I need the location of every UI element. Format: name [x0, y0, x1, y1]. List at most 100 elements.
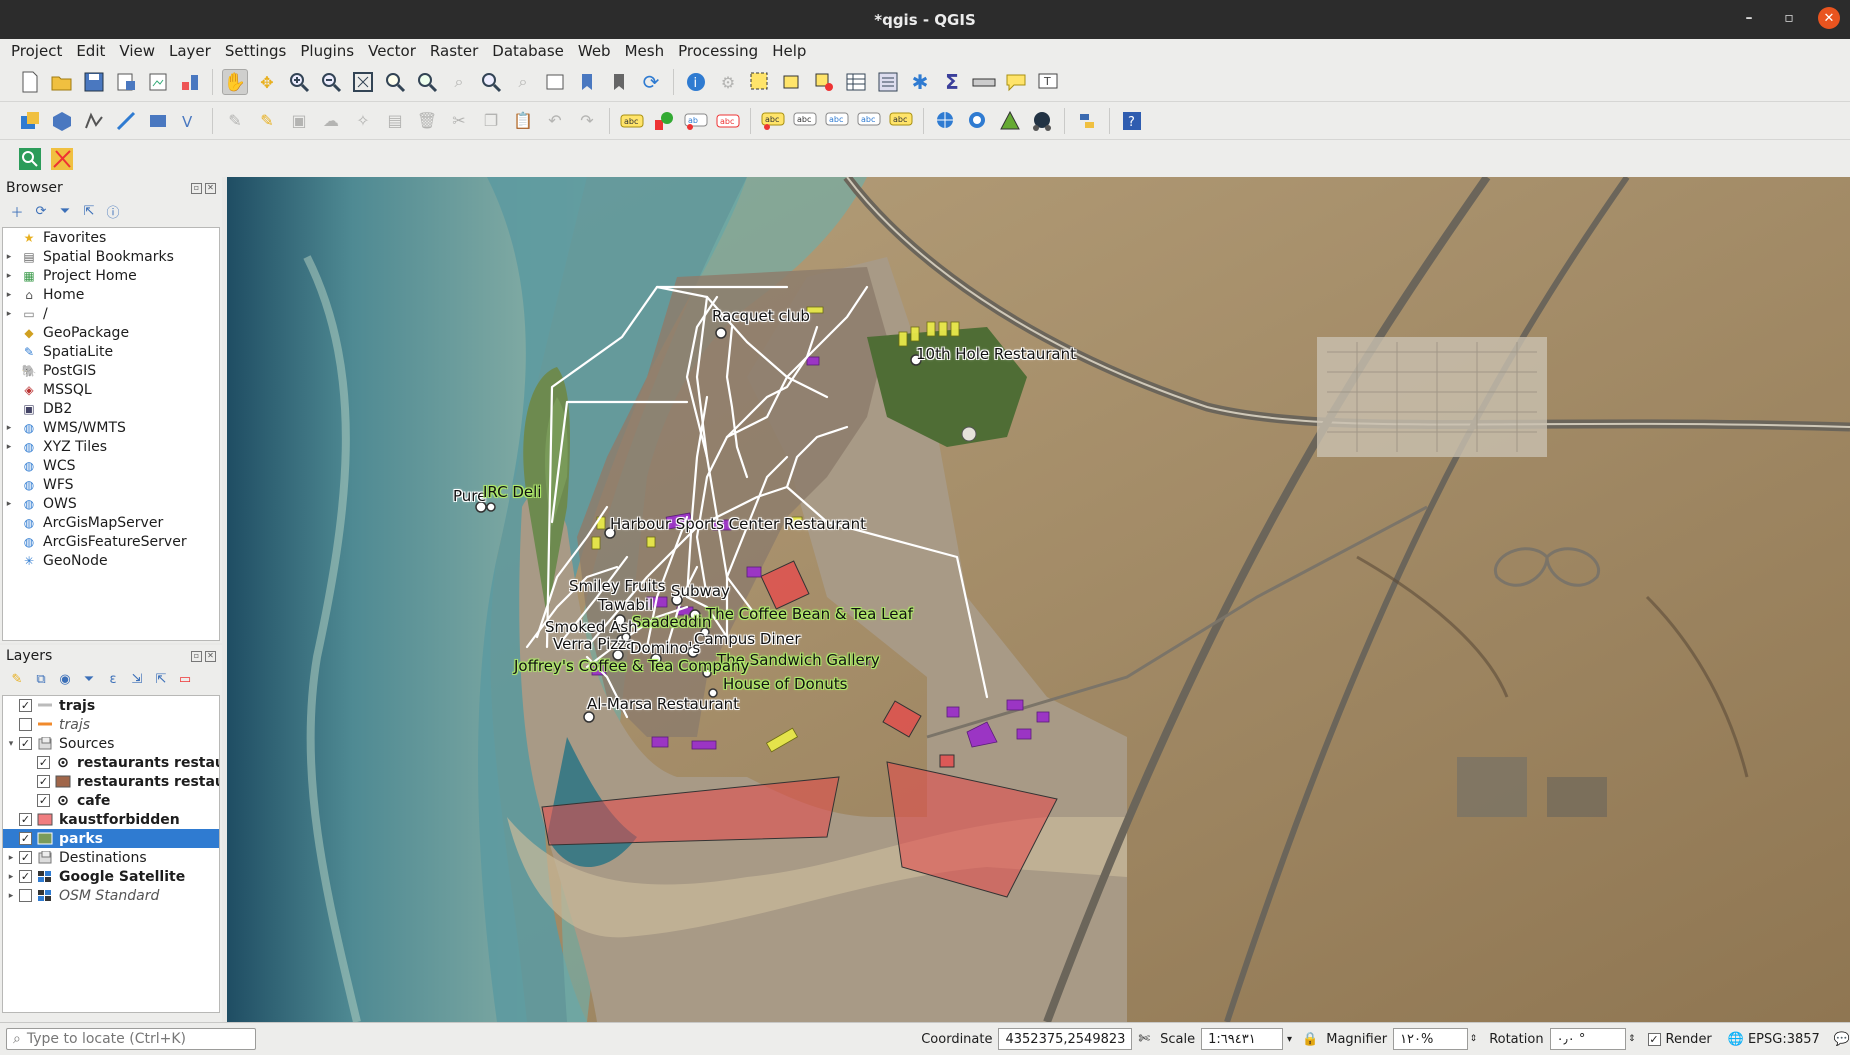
open-project-icon[interactable]	[49, 69, 75, 95]
print-layout-icon[interactable]	[145, 69, 171, 95]
browser-item-geonode[interactable]: ✳ GeoNode	[3, 551, 219, 570]
menu-view[interactable]: View	[112, 39, 162, 63]
change-label-icon[interactable]: abc	[856, 108, 882, 134]
layer-visibility-checkbox[interactable]: ✓	[19, 851, 32, 864]
plugin-search-icon[interactable]	[17, 146, 43, 172]
new-project-icon[interactable]	[17, 69, 43, 95]
toggle-extents-icon[interactable]: ✄	[1138, 1031, 1150, 1047]
redo-icon[interactable]: ↷	[574, 108, 600, 134]
new-shapefile-icon[interactable]	[81, 108, 107, 134]
browser-item-[interactable]: ▸ ▭ /	[3, 304, 219, 323]
properties-info-icon[interactable]: ⓘ	[104, 202, 122, 221]
collapse-all-icon[interactable]: ⇱	[80, 202, 98, 220]
layer-visibility-checkbox[interactable]: ✓	[37, 775, 50, 788]
layer-visibility-checkbox[interactable]: ✓	[19, 699, 32, 712]
vertex-tool-icon[interactable]: ✧	[350, 108, 376, 134]
map-canvas[interactable]: Racquet club 10th Hole Restaurant Pure IRC …	[227, 177, 1850, 1022]
zoom-in-icon[interactable]	[286, 69, 312, 95]
toggle-editing-icon[interactable]: ✎	[254, 108, 280, 134]
layer-item-restaurants-restau[interactable]: ✓ restaurants restau	[3, 753, 219, 772]
expand-arrow-icon[interactable]: ▸	[5, 891, 17, 901]
render-checkbox[interactable]: ✓	[1647, 1032, 1661, 1046]
browser-item-xyz-tiles[interactable]: ▸ ◍ XYZ Tiles	[3, 437, 219, 456]
refresh-browser-icon[interactable]: ⟳	[32, 202, 50, 220]
manage-visibility-icon[interactable]: ◉	[56, 670, 74, 688]
plugin-car-icon[interactable]	[1029, 108, 1055, 134]
save-project-icon[interactable]	[81, 69, 107, 95]
select-features-icon[interactable]	[747, 69, 773, 95]
crs-button[interactable]: EPSG:3857	[1748, 1032, 1820, 1047]
coordinate-field[interactable]: 4352375,2549823	[998, 1028, 1133, 1050]
attribute-table-icon[interactable]	[843, 69, 869, 95]
field-calculator-icon[interactable]	[875, 69, 901, 95]
refresh-icon[interactable]: ⟳	[638, 69, 664, 95]
expand-arrow-icon[interactable]: ▸	[3, 271, 15, 281]
crs-globe-icon[interactable]: 🌐	[1728, 1032, 1744, 1047]
new-temp-layer-icon[interactable]	[145, 108, 171, 134]
browser-item-wms-wmts[interactable]: ▸ ◍ WMS/WMTS	[3, 418, 219, 437]
pan-to-selection-icon[interactable]: ✥	[254, 69, 280, 95]
menu-help[interactable]: Help	[765, 39, 813, 63]
zoom-to-layer-icon[interactable]	[414, 69, 440, 95]
browser-item-db2[interactable]: ▣ DB2	[3, 399, 219, 418]
zoom-to-selection-icon[interactable]	[382, 69, 408, 95]
magnifier-spinbox[interactable]: ١٢٠%	[1393, 1028, 1468, 1050]
expand-arrow-icon[interactable]: ▸	[3, 499, 15, 509]
menu-layer[interactable]: Layer	[162, 39, 218, 63]
layer-item-sources[interactable]: ▾ ✓ Sources	[3, 734, 219, 753]
copy-features-icon[interactable]: ❐	[478, 108, 504, 134]
menu-plugins[interactable]: Plugins	[293, 39, 361, 63]
run-action-icon[interactable]: ⚙	[715, 69, 741, 95]
current-edits-icon[interactable]: ✎	[222, 108, 248, 134]
layer-visibility-checkbox[interactable]	[19, 889, 32, 902]
add-selected-layers-icon[interactable]: ＋	[8, 202, 26, 221]
pan-hand-icon[interactable]: ✋	[222, 69, 248, 95]
browser-item-ows[interactable]: ▸ ◍ OWS	[3, 494, 219, 513]
pin-labels-icon[interactable]: abc	[715, 108, 741, 134]
modify-attributes-icon[interactable]: ▤	[382, 108, 408, 134]
menu-processing[interactable]: Processing	[671, 39, 765, 63]
rotate-label-icon[interactable]: abc	[824, 108, 850, 134]
expand-all-icon[interactable]: ⇲	[128, 670, 146, 688]
layer-item-trajs[interactable]: ✓ trajs	[3, 696, 219, 715]
menu-edit[interactable]: Edit	[69, 39, 112, 63]
scale-combo[interactable]: 1:٦٩٤٣١	[1201, 1028, 1284, 1050]
new-bookmark-icon[interactable]	[574, 69, 600, 95]
layer-item-osm-standard[interactable]: ▸ OSM Standard	[3, 886, 219, 905]
expand-arrow-icon[interactable]: ▸	[3, 423, 15, 433]
identify-icon[interactable]: i	[683, 69, 709, 95]
lock-icon[interactable]: 🔒	[1302, 1032, 1318, 1047]
label-toolbar-icon[interactable]: abc	[619, 108, 645, 134]
cut-features-icon[interactable]: ✂	[446, 108, 472, 134]
browser-item-spatial-bookmarks[interactable]: ▸ ▤ Spatial Bookmarks	[3, 247, 219, 266]
new-map-view-icon[interactable]	[542, 69, 568, 95]
measure-icon[interactable]	[971, 69, 997, 95]
add-group-icon[interactable]: ⧉	[32, 670, 50, 688]
expand-arrow-icon[interactable]: ▸	[3, 309, 15, 319]
save-edits-icon[interactable]: ▣	[286, 108, 312, 134]
layer-item-destinations[interactable]: ▸ ✓ Destinations	[3, 848, 219, 867]
layer-item-kaustforbidden[interactable]: ✓ kaustforbidden	[3, 810, 219, 829]
expand-arrow-icon[interactable]: ▸	[3, 290, 15, 300]
text-annotation-icon[interactable]: T	[1035, 69, 1061, 95]
expand-arrow-icon[interactable]: ▸	[5, 853, 17, 863]
float-panel-icon[interactable]: ▫	[191, 650, 202, 662]
toolbox-icon[interactable]: ✱	[907, 69, 933, 95]
rotation-spinbox[interactable]: ٠٫٠ °	[1549, 1028, 1626, 1050]
menu-settings[interactable]: Settings	[218, 39, 294, 63]
layer-visibility-checkbox[interactable]: ✓	[37, 794, 50, 807]
browser-item-arcgismapserver[interactable]: ◍ ArcGisMapServer	[3, 513, 219, 532]
show-hide-labels-icon[interactable]: abc	[760, 108, 786, 134]
spin-arrows-icon[interactable]: ⇕	[1470, 1034, 1478, 1044]
close-button[interactable]: ✕	[1818, 7, 1840, 29]
layer-item-cafe[interactable]: ✓ cafe	[3, 791, 219, 810]
style-manager-icon[interactable]	[177, 69, 203, 95]
expand-arrow-icon[interactable]: ▾	[5, 739, 17, 749]
remove-layer-icon[interactable]: ▭	[176, 670, 194, 688]
undo-icon[interactable]: ↶	[542, 108, 568, 134]
layer-item-trajs[interactable]: trajs	[3, 715, 219, 734]
browser-item-geopackage[interactable]: ◆ GeoPackage	[3, 323, 219, 342]
browser-item-mssql[interactable]: ◈ MSSQL	[3, 380, 219, 399]
plugin-tools-icon[interactable]	[49, 146, 75, 172]
browser-item-home[interactable]: ▸ ⌂ Home	[3, 285, 219, 304]
